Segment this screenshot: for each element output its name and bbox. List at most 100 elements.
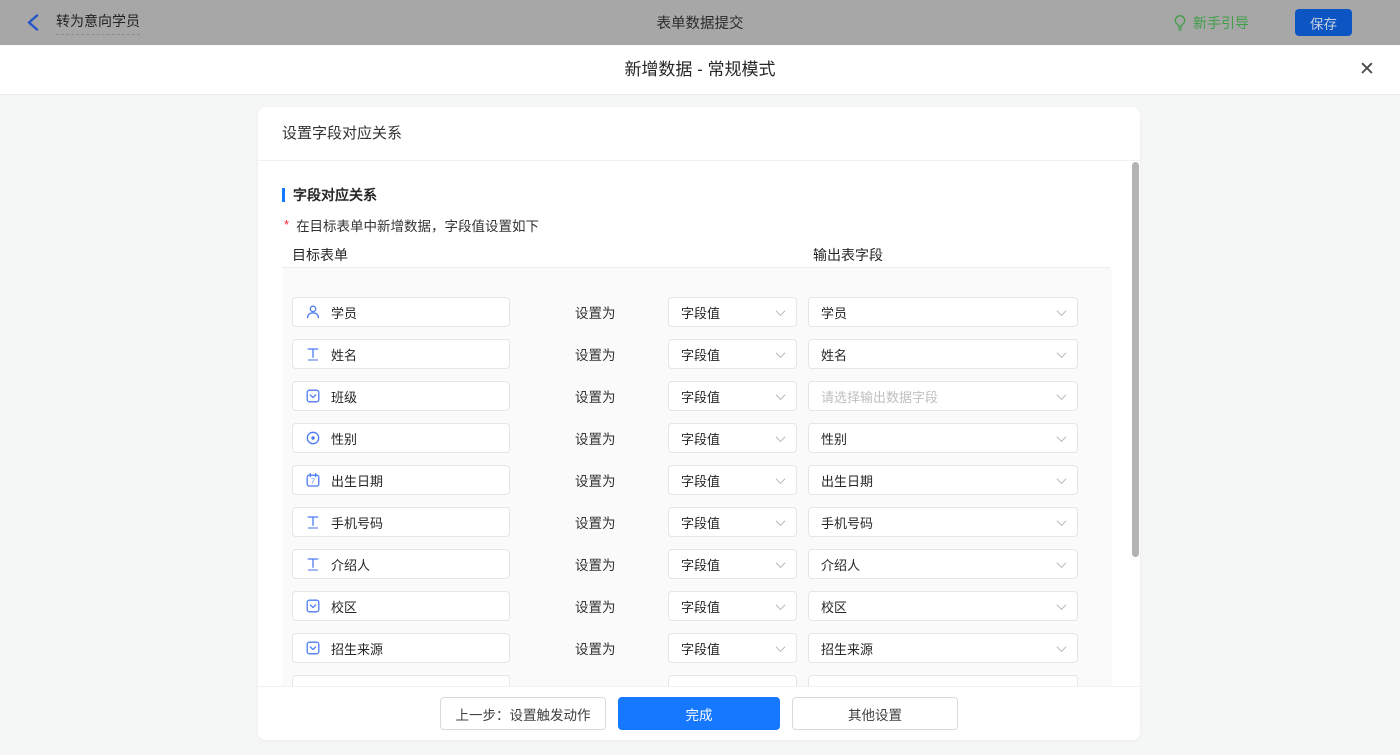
note-line: * 在目标表单中新增数据，字段值设置如下 [284, 215, 539, 235]
chevron-down-icon [775, 305, 786, 316]
chevron-down-icon [775, 599, 786, 610]
section-title: 字段对应关系 [293, 187, 377, 203]
card-header-title: 设置字段对应关系 [258, 107, 1140, 161]
target-field-box: 校区 [292, 591, 510, 621]
field-mapping-row: 校区 设置为 字段值 校区 [282, 591, 1112, 621]
chevron-down-icon [1056, 599, 1067, 610]
target-field-box: 介绍人 [292, 549, 510, 579]
chevron-down-icon [1056, 557, 1067, 568]
back-link[interactable]: 转为意向学员 [26, 11, 140, 35]
set-as-label: 设置为 [575, 558, 616, 573]
column-header-target-form: 目标表单 [292, 247, 348, 263]
chevron-down-icon [775, 557, 786, 568]
save-button[interactable]: 保存 [1295, 9, 1352, 36]
output-field-dropdown[interactable]: 出生日期 [808, 465, 1078, 495]
target-field-label: 介绍人 [331, 557, 371, 573]
field-mapping-card: 设置字段对应关系 字段对应关系 * 在目标表单中新增数据，字段值设置如下 目标表… [258, 107, 1140, 740]
field-mapping-row: 班级 设置为 字段值 请选择输出数据字段 [282, 381, 1112, 411]
column-header-output-fields: 输出表字段 [813, 247, 883, 263]
target-field-label: 校区 [331, 599, 358, 615]
chevron-down-icon [1056, 431, 1067, 442]
value-type-dropdown[interactable]: 字段值 [668, 549, 797, 579]
target-field-box: 性别 [292, 423, 510, 453]
modal-body: 设置字段对应关系 字段对应关系 * 在目标表单中新增数据，字段值设置如下 目标表… [0, 95, 1400, 755]
finish-button[interactable]: 完成 [618, 697, 780, 730]
output-field-dropdown[interactable]: 请选择输出数据字段 [808, 381, 1078, 411]
modal-header: 新增数据 - 常规模式 ✕ [0, 45, 1400, 95]
output-field-dropdown[interactable]: 学员 [808, 297, 1078, 327]
text-field-icon [305, 556, 321, 572]
target-field-label: 姓名 [331, 347, 358, 363]
back-label[interactable]: 转为意向学员 [56, 11, 140, 35]
person-field-icon [305, 304, 321, 320]
value-type-dropdown[interactable]: 字段值 [668, 591, 797, 621]
output-field-dropdown[interactable]: 招生来源 [808, 633, 1078, 663]
radio-field-icon [305, 430, 321, 446]
text-field-icon [305, 514, 321, 530]
required-mark: * [284, 217, 290, 232]
chevron-down-icon [775, 389, 786, 400]
target-field-box: 班级 [292, 381, 510, 411]
date-field-icon: 7 [305, 472, 321, 488]
modal-title: 新增数据 - 常规模式 [624, 60, 776, 79]
scrollbar-thumb[interactable] [1132, 162, 1139, 557]
target-field-box: 招生来源 [292, 633, 510, 663]
value-type-dropdown[interactable]: 字段值 [668, 339, 797, 369]
close-icon[interactable]: ✕ [1356, 59, 1378, 81]
set-as-label: 设置为 [575, 642, 616, 657]
target-field-box: 姓名 [292, 339, 510, 369]
card-footer: 上一步：设置触发动作 完成 其他设置 [258, 686, 1140, 740]
set-as-label: 设置为 [575, 432, 616, 447]
output-field-dropdown[interactable]: 校区 [808, 591, 1078, 621]
beginner-guide-label: 新手引导 [1193, 14, 1249, 31]
note-text: 在目标表单中新增数据，字段值设置如下 [296, 219, 540, 234]
target-field-label: 手机号码 [331, 515, 384, 531]
svg-text:7: 7 [311, 476, 315, 485]
field-mapping-row: 手机号码 设置为 字段值 手机号码 [282, 507, 1112, 537]
output-field-dropdown[interactable]: 姓名 [808, 339, 1078, 369]
field-mapping-row: 学员 设置为 字段值 学员 [282, 297, 1112, 327]
top-bar: 转为意向学员 表单数据提交 新手引导 保存 [0, 0, 1400, 45]
value-type-dropdown[interactable]: 字段值 [668, 423, 797, 453]
field-mapping-row: 介绍人 设置为 字段值 介绍人 [282, 549, 1112, 579]
set-as-label: 设置为 [575, 600, 616, 615]
chevron-down-icon [775, 641, 786, 652]
target-field-label: 班级 [331, 389, 358, 405]
target-field-box: 学员 [292, 297, 510, 327]
select-field-icon [305, 598, 321, 614]
field-mapping-row: 性别 设置为 字段值 性别 [282, 423, 1112, 453]
chevron-down-icon [1056, 305, 1067, 316]
set-as-label: 设置为 [575, 474, 616, 489]
chevron-down-icon [1056, 641, 1067, 652]
value-type-dropdown[interactable]: 字段值 [668, 633, 797, 663]
value-type-dropdown[interactable]: 字段值 [668, 297, 797, 327]
set-as-label: 设置为 [575, 306, 616, 321]
previous-step-button[interactable]: 上一步：设置触发动作 [440, 697, 606, 730]
set-as-label: 设置为 [575, 516, 616, 531]
chevron-down-icon [1056, 347, 1067, 358]
chevron-down-icon [1056, 389, 1067, 400]
select-field-icon [305, 640, 321, 656]
value-type-dropdown[interactable]: 字段值 [668, 381, 797, 411]
chevron-down-icon [775, 473, 786, 484]
output-field-dropdown[interactable]: 手机号码 [808, 507, 1078, 537]
value-type-dropdown[interactable]: 字段值 [668, 507, 797, 537]
value-type-dropdown[interactable]: 字段值 [668, 465, 797, 495]
section-head: 字段对应关系 [282, 185, 377, 205]
lightbulb-icon [1172, 14, 1188, 32]
output-field-dropdown[interactable]: 性别 [808, 423, 1078, 453]
output-field-dropdown[interactable]: 介绍人 [808, 549, 1078, 579]
target-field-box: 7 出生日期 [292, 465, 510, 495]
chevron-down-icon [1056, 515, 1067, 526]
chevron-down-icon [775, 347, 786, 358]
other-settings-button[interactable]: 其他设置 [792, 697, 958, 730]
chevron-down-icon [775, 431, 786, 442]
target-field-box: 手机号码 [292, 507, 510, 537]
field-mapping-row: 7 出生日期 设置为 字段值 出生日期 [282, 465, 1112, 495]
beginner-guide-link[interactable]: 新手引导 [1172, 13, 1249, 33]
back-chevron-icon[interactable] [26, 14, 42, 32]
set-as-label: 设置为 [575, 348, 616, 363]
rows-area: 学员 设置为 字段值 学员 姓名 设置为 字段值 姓名 班级 设置为 字段值 请… [282, 268, 1112, 740]
field-mapping-row: 招生来源 设置为 字段值 招生来源 [282, 633, 1112, 663]
select-field-icon [305, 388, 321, 404]
